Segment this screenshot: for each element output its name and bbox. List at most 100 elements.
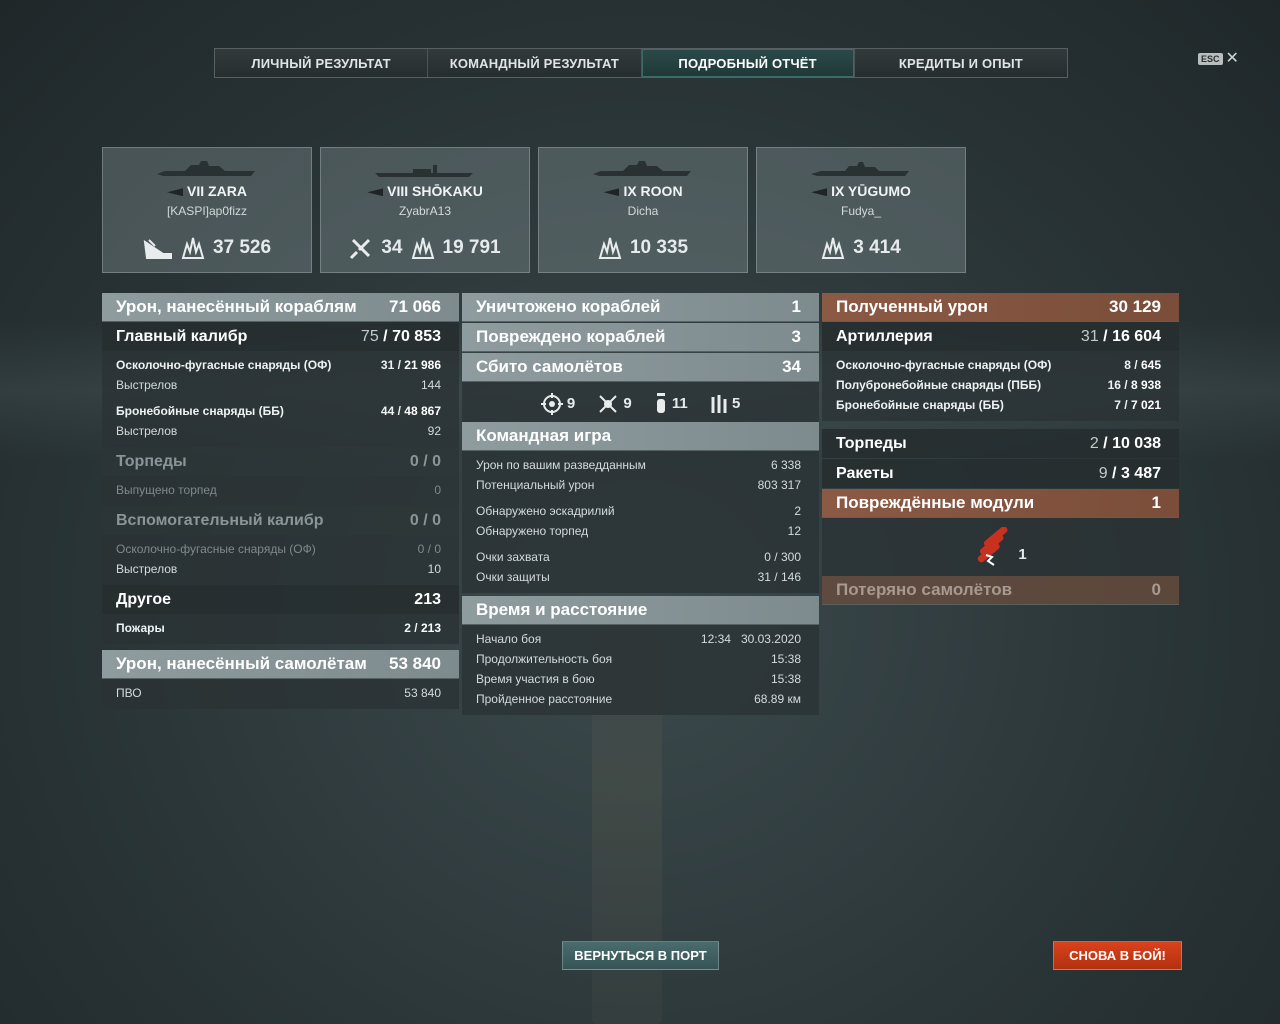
- ship-stats: 10 335: [539, 236, 747, 260]
- battle-summary-panel: Уничтожено кораблей 1 Повреждено корабле…: [462, 293, 819, 715]
- he-shots-label: Выстрелов: [116, 378, 178, 392]
- ship-name: IX YŪGUMO: [757, 183, 965, 199]
- esc-key-label: ESC: [1198, 53, 1223, 65]
- battle-again-button[interactable]: СНОВА В БОЙ!: [1053, 941, 1182, 970]
- aa-value: 53 840: [404, 686, 441, 700]
- close-button[interactable]: ESC ✕: [1198, 51, 1239, 67]
- ship-stats: 3 414: [757, 236, 965, 260]
- module-count: 1: [1018, 545, 1027, 563]
- secondary-shots-row: Выстрелов 10: [102, 559, 459, 579]
- other-value: 213: [414, 590, 441, 608]
- ship-card[interactable]: VII ZARA [KASPI]ap0fizz 37 526: [102, 147, 312, 273]
- potential-damage-row: Потенциальный урон 803 317: [462, 475, 819, 495]
- ship-card[interactable]: VIII SHŌKAKU ZyabrA13 34 19 791: [320, 147, 530, 273]
- ship-damage-header: Урон, нанесённый кораблям 71 066: [102, 293, 459, 322]
- team-play-header: Командная игра: [462, 422, 819, 451]
- plane-damage-value: 53 840: [389, 654, 441, 673]
- plane-damage-header: Урон, нанесённый самолётам 53 840: [102, 650, 459, 679]
- potential-damage-value: 803 317: [757, 478, 801, 492]
- damage-value: 37 526: [212, 237, 272, 258]
- torpedoes-fired-label: Выпущено торпед: [116, 483, 217, 497]
- ship-damage-label: Урон, нанесённый кораблям: [116, 297, 357, 316]
- he-row: Осколочно-фугасные снаряды (ОФ) 31 / 21 …: [102, 355, 459, 375]
- battle-duration-label: Продолжительность боя: [476, 652, 613, 666]
- player-name: Fudya_: [840, 204, 882, 218]
- player-name: ZyabrA13: [398, 204, 452, 218]
- ship-card[interactable]: IX YŪGUMO Fudya_ 3 414: [756, 147, 966, 273]
- ship-silhouette-icon: [593, 161, 691, 176]
- damage-received-panel: Полученный урон 30 129 Артиллерия 31 / 1…: [822, 293, 1179, 605]
- nation-flag-icon: [367, 188, 384, 197]
- received-ap-value: 7 / 7 021: [1114, 398, 1161, 412]
- return-to-port-button[interactable]: ВЕРНУТЬСЯ В ПОРТ: [562, 941, 719, 970]
- ship-card[interactable]: IX ROON Dicha 10 335: [538, 147, 748, 273]
- other-details: Пожары 2 / 213: [102, 614, 459, 644]
- spot-damage-value: 6 338: [770, 458, 801, 472]
- received-damage-value: 30 129: [1109, 297, 1161, 316]
- he-label: Осколочно-фугасные снаряды (ОФ): [116, 358, 332, 372]
- he-shots-row: Выстрелов 144: [102, 375, 459, 395]
- tab-detailed-report[interactable]: ПОДРОБНЫЙ ОТЧЁТ: [641, 49, 855, 77]
- fires-label: Пожары: [116, 621, 165, 635]
- time-distance-header: Время и расстояние: [462, 596, 819, 625]
- explosion-icon: [821, 237, 845, 259]
- bomber-icon: [599, 395, 617, 413]
- squadrons-spotted-label: Обнаружено эскадрилий: [476, 504, 615, 518]
- torpedoes-spotted-value: 12: [787, 524, 801, 538]
- damage-value: 3 414: [853, 237, 901, 258]
- torpedoes-label: Торпеды: [116, 452, 187, 470]
- spot-damage-label: Урон по вашим разведданным: [476, 458, 646, 472]
- explosion-icon: [181, 237, 205, 259]
- team-play-details: Урон по вашим разведданным 6 338 Потенциа…: [462, 451, 819, 593]
- lost-planes-value: 0: [1151, 580, 1161, 599]
- received-rockets-row: Ракеты 9 / 3 487: [822, 459, 1179, 488]
- tab-team[interactable]: КОМАНДНЫЙ РЕЗУЛЬТАТ: [428, 49, 642, 77]
- he-shots-value: 144: [420, 378, 441, 392]
- ship-damage-value: 71 066: [389, 297, 441, 316]
- received-he-row: Осколочно-фугасные снаряды (ОФ) 8 / 645: [822, 355, 1179, 375]
- received-he-label: Осколочно-фугасные снаряды (ОФ): [836, 358, 1052, 372]
- plane-type-bomber: 9: [597, 393, 632, 415]
- received-sap-value: 16 / 8 938: [1107, 378, 1161, 392]
- received-torpedoes-row: Торпеды 2 / 10 038: [822, 429, 1179, 458]
- torpedo-tubes-icon: [978, 527, 1008, 566]
- ship-stats: 34 19 791: [321, 236, 529, 260]
- aa-row: ПВО 53 840: [102, 683, 459, 703]
- player-name: [KASPI]ap0fizz: [166, 204, 248, 218]
- damage-dealt-panel: Урон, нанесённый кораблям 71 066 Главный…: [102, 293, 459, 709]
- squadrons-spotted-row: Обнаружено эскадрилий 2: [462, 501, 819, 521]
- nation-flag-icon: [167, 188, 184, 197]
- secondary-he-value: 0 / 0: [417, 542, 441, 556]
- torpedoes-value: 0 / 0: [409, 452, 441, 470]
- received-ap-label: Бронебойные снаряды (ББ): [836, 398, 1004, 412]
- tab-credits-xp[interactable]: КРЕДИТЫ И ОПЫТ: [854, 49, 1067, 77]
- received-damage-label: Полученный урон: [836, 297, 989, 316]
- artillery-value: 31 / 16 604: [1080, 327, 1161, 345]
- received-damage-header: Полученный урон 30 129: [822, 293, 1179, 322]
- secondary-details: Осколочно-фугасные снаряды (ОФ) 0 / 0 Вы…: [102, 535, 459, 585]
- secondary-shots-value: 10: [427, 562, 441, 576]
- destroyed-row: Уничтожено кораблей 1: [462, 293, 819, 322]
- other-label: Другое: [116, 590, 171, 608]
- ap-value: 44 / 48 867: [380, 404, 441, 418]
- battle-duration-row: Продолжительность боя 15:38: [462, 649, 819, 669]
- fires-row: Пожары 2 / 213: [102, 618, 459, 638]
- damaged-value: 3: [791, 327, 801, 346]
- destroyed-label: Уничтожено кораблей: [476, 297, 661, 316]
- damaged-row: Повреждено кораблей 3: [462, 323, 819, 352]
- capture-points-value: 0 / 300: [764, 550, 801, 564]
- received-sap-row: Полубронебойные снаряды (ПББ) 16 / 8 938: [822, 375, 1179, 395]
- battle-start-label: Начало боя: [476, 632, 542, 646]
- squadrons-spotted-value: 2: [794, 504, 801, 518]
- explosion-icon: [411, 237, 434, 259]
- torpedoes-fired-value: 0: [434, 483, 441, 497]
- crosshair-icon: [540, 393, 563, 415]
- lost-planes-label: Потеряно самолётов: [836, 580, 1013, 599]
- sunk-ship-icon: [143, 239, 172, 259]
- participation-time-row: Время участия в бою 15:38: [462, 669, 819, 689]
- secondary-row: Вспомогательный калибр 0 / 0: [102, 506, 459, 535]
- tab-personal[interactable]: ЛИЧНЫЙ РЕЗУЛЬТАТ: [215, 49, 429, 77]
- ship-stats: 37 526: [103, 236, 311, 260]
- aa-label: ПВО: [116, 686, 142, 700]
- player-name: Dicha: [627, 204, 659, 218]
